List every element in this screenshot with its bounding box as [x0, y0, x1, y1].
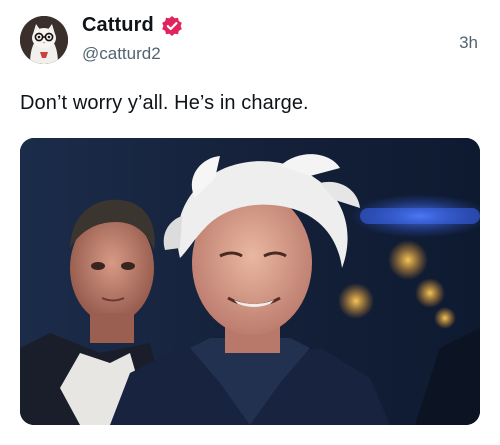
cat-avatar-icon	[20, 16, 68, 64]
author-name-row: Catturd	[82, 14, 183, 37]
post-timestamp[interactable]: 3h	[459, 33, 478, 53]
post-photo[interactable]	[20, 138, 480, 425]
verified-badge-icon	[161, 15, 183, 37]
post-card[interactable]: Catturd @catturd2 3h Don’t worry y’all. …	[0, 0, 500, 445]
display-name[interactable]: Catturd	[82, 14, 154, 37]
post-text: Don’t worry y’all. He’s in charge.	[20, 92, 309, 114]
avatar[interactable]	[20, 16, 68, 64]
author-handle[interactable]: @catturd2	[82, 44, 161, 64]
